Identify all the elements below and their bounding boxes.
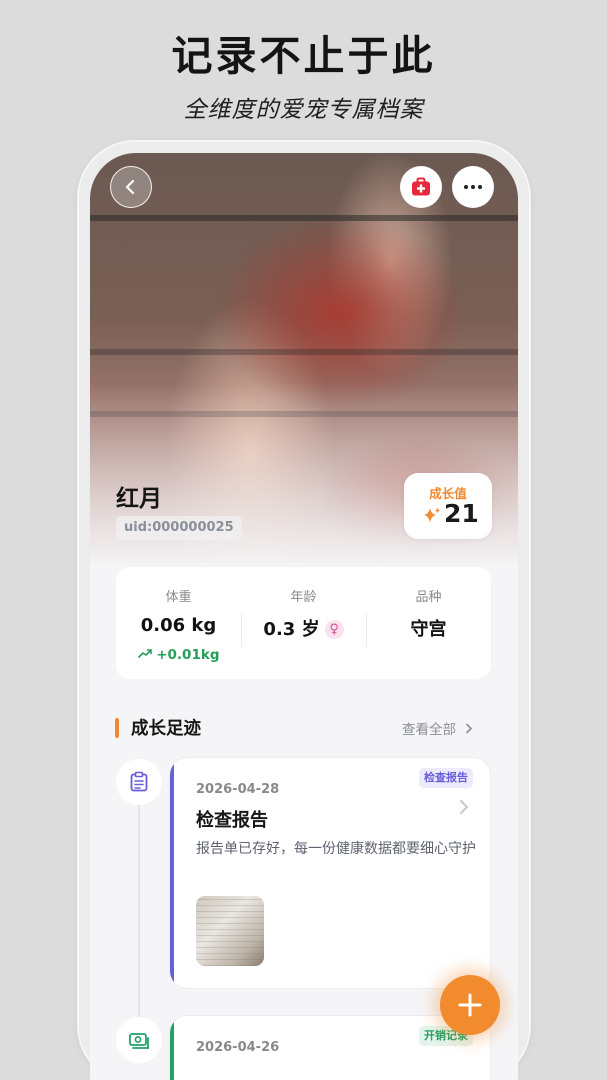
pet-stats-card: 体重 0.06 kg +0.01kg 年龄 0.3 岁 ♀ 品种 守宫 <box>116 567 491 679</box>
record-card-report[interactable]: 检查报告 2026-04-28 检查报告 报告单已存好，每一份健康数据都要细心守… <box>169 757 491 989</box>
growth-value: 21 <box>444 499 479 528</box>
age-label: 年龄 <box>290 590 317 605</box>
money-icon <box>129 1033 149 1049</box>
add-record-button[interactable] <box>440 975 500 1035</box>
chevron-left-icon <box>125 179 135 195</box>
sparkle-icon <box>424 507 440 523</box>
age-value: 0.3 岁 <box>263 619 320 640</box>
view-all-link[interactable]: 查看全部 <box>402 718 474 738</box>
record-date: 2026-04-26 <box>196 1040 280 1055</box>
clipboard-icon <box>130 771 148 792</box>
chevron-right-icon <box>466 723 473 734</box>
chevron-right-icon <box>460 800 469 814</box>
more-options-button[interactable] <box>452 166 494 208</box>
record-accent-bar <box>170 1016 174 1080</box>
weight-delta: +0.01kg <box>116 647 241 663</box>
record-date: 2026-04-28 <box>196 782 280 797</box>
record-tag: 检查报告 <box>419 768 473 788</box>
age-value-row: 0.3 岁 ♀ <box>241 615 366 641</box>
timeline-node-expense <box>116 1017 162 1063</box>
back-button[interactable] <box>110 166 152 208</box>
weight-value: 0.06 kg <box>140 615 217 636</box>
ellipsis-icon <box>464 185 482 189</box>
trend-up-icon <box>137 649 152 658</box>
record-description: 报告单已存好，每一份健康数据都要细心守护 <box>196 841 476 857</box>
pet-profile-screen: 红月 uid:000000025 成长值 21 体重 0.06 kg +0.01… <box>90 153 518 1080</box>
promo-subline: 全维度的爱宠专属档案 <box>183 97 424 123</box>
pet-uid: uid:000000025 <box>116 516 242 540</box>
record-title: 检查报告 <box>196 810 268 831</box>
stat-weight[interactable]: 体重 0.06 kg +0.01kg <box>116 567 241 679</box>
timeline-section-title: 成长足迹 <box>131 719 201 739</box>
section-accent-bar <box>115 718 119 738</box>
timeline-connector <box>138 803 140 1038</box>
record-card-expense[interactable]: 开销记录 2026-04-26 <box>169 1015 491 1080</box>
report-photo-thumbnail[interactable] <box>196 896 264 966</box>
hero-shelf-line <box>90 215 518 221</box>
pet-name: 红月 <box>116 486 162 512</box>
medical-kit-button[interactable] <box>400 166 442 208</box>
first-aid-kit-icon <box>412 177 430 196</box>
weight-delta-text: +0.01kg <box>156 647 220 663</box>
plus-icon <box>458 993 482 1017</box>
growth-value-card[interactable]: 成长值 21 <box>404 473 492 539</box>
view-all-label: 查看全部 <box>402 722 456 738</box>
breed-value: 守宫 <box>410 619 447 640</box>
hero-shelf-line <box>90 349 518 355</box>
weight-label: 体重 <box>165 590 192 605</box>
breed-label: 品种 <box>415 590 442 605</box>
stat-age[interactable]: 年龄 0.3 岁 ♀ <box>241 567 366 679</box>
female-gender-icon: ♀ <box>324 620 344 639</box>
timeline-node-report <box>116 759 162 805</box>
stat-breed[interactable]: 品种 守宫 <box>366 567 491 679</box>
record-accent-bar <box>170 758 174 988</box>
promo-headline: 记录不止于此 <box>171 32 436 80</box>
